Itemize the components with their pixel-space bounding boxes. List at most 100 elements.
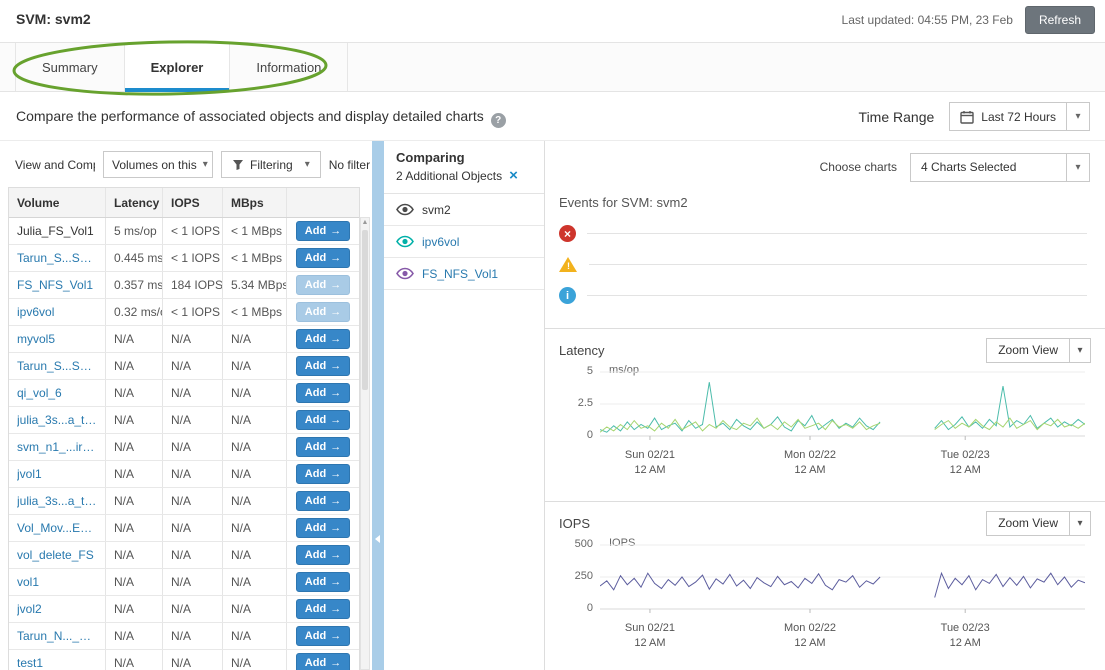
- info-icon[interactable]: i: [559, 287, 576, 304]
- filtering-button[interactable]: Filtering ▾: [221, 151, 321, 178]
- add-button[interactable]: Add→: [296, 545, 350, 565]
- volume-link[interactable]: Julia_FS_Vol1: [17, 224, 94, 238]
- chevron-down-icon[interactable]: ▾: [1066, 154, 1089, 181]
- help-icon[interactable]: ?: [491, 113, 506, 128]
- chevron-down-icon[interactable]: ▾: [1069, 339, 1090, 362]
- latency-value: N/A: [106, 623, 163, 649]
- volume-link[interactable]: Tarun_N..._VolA: [17, 629, 97, 643]
- add-button[interactable]: Add→: [296, 410, 350, 430]
- arrow-right-icon: →: [330, 441, 341, 453]
- column-header-iops[interactable]: IOPS: [171, 196, 200, 210]
- y-axis-label: 5: [545, 365, 593, 377]
- comparing-item-name[interactable]: svm2: [422, 203, 451, 217]
- warning-icon[interactable]: !: [559, 256, 578, 273]
- chevron-down-icon[interactable]: ▾: [1066, 103, 1089, 130]
- add-button[interactable]: Add→: [296, 626, 350, 646]
- volume-link[interactable]: myvol5: [17, 332, 55, 346]
- add-button[interactable]: Add→: [296, 356, 350, 376]
- panel-collapse-handle[interactable]: [372, 141, 384, 670]
- comparing-item-name[interactable]: FS_NFS_Vol1: [422, 267, 498, 281]
- tab-explorer[interactable]: Explorer: [125, 43, 231, 91]
- event-timeline: [587, 233, 1087, 234]
- chart-plot: [600, 541, 1085, 615]
- latency-value: N/A: [106, 542, 163, 568]
- arrow-right-icon: →: [330, 387, 341, 399]
- add-button[interactable]: Add→: [296, 437, 350, 457]
- iops-value: 184 IOPS: [163, 272, 223, 298]
- chevron-down-icon[interactable]: ▾: [1069, 512, 1090, 535]
- latency-value: N/A: [106, 353, 163, 379]
- volume-link[interactable]: jvol1: [17, 467, 42, 481]
- object-type-select[interactable]: Volumes on this ▾: [103, 151, 213, 178]
- volume-link[interactable]: Vol_Mov...ELETE: [17, 521, 97, 535]
- chart-latency: Latency Zoom View▾ 52.50ms/opSun 02/2112 A…: [545, 328, 1105, 501]
- add-button[interactable]: Add→: [296, 491, 350, 511]
- volume-link[interactable]: julia_3s...a_test1: [17, 494, 97, 508]
- add-button-label: Add: [305, 522, 326, 534]
- table-row: test1N/AN/AN/AAdd→: [9, 650, 359, 670]
- volume-link[interactable]: qi_vol_6: [17, 386, 62, 400]
- arrow-right-icon: →: [330, 495, 341, 507]
- add-button[interactable]: Add→: [296, 383, 350, 403]
- arrow-right-icon: →: [330, 657, 341, 669]
- scrollbar-thumb[interactable]: [362, 230, 368, 390]
- add-button[interactable]: Add→: [296, 599, 350, 619]
- comparing-title: Comparing: [396, 150, 532, 165]
- column-header-volume[interactable]: Volume: [17, 196, 59, 210]
- eye-icon[interactable]: [396, 203, 414, 216]
- error-icon[interactable]: ×: [559, 225, 576, 242]
- comparing-panel: Comparing 2 Additional Objects × svm2ipv…: [384, 141, 545, 670]
- x-axis-label: Tue 02/2312 AM: [941, 448, 990, 478]
- add-button[interactable]: Add→: [296, 518, 350, 538]
- iops-value: N/A: [163, 407, 223, 433]
- volume-link[interactable]: vol1: [17, 575, 39, 589]
- comparing-item-name[interactable]: ipv6vol: [422, 235, 459, 249]
- volume-link[interactable]: ipv6vol: [17, 305, 54, 319]
- mbps-value: N/A: [223, 623, 287, 649]
- add-button[interactable]: Add→: [296, 653, 350, 670]
- volume-link[interactable]: julia_3s...a_test3: [17, 413, 97, 427]
- chart-plot: [600, 368, 1085, 442]
- eye-icon[interactable]: [396, 267, 414, 280]
- charts-selected-dropdown[interactable]: 4 Charts Selected ▾: [910, 153, 1090, 182]
- add-button[interactable]: Add→: [296, 329, 350, 349]
- chart-plot-area: 52.50ms/opSun 02/2112 AMMon 02/2212 AMTu…: [545, 368, 1105, 480]
- app-window: SVM: svm2 Last updated: 04:55 PM, 23 Feb…: [0, 0, 1105, 670]
- iops-value: N/A: [163, 623, 223, 649]
- zoom-view-button[interactable]: Zoom View▾: [986, 338, 1091, 363]
- object-type-value: Volumes on this: [112, 158, 197, 172]
- add-button[interactable]: Add→: [296, 572, 350, 592]
- add-button[interactable]: Add→: [296, 464, 350, 484]
- arrow-right-icon: →: [330, 603, 341, 615]
- chart-chooser: Choose charts 4 Charts Selected ▾: [545, 141, 1105, 185]
- tab-summary[interactable]: Summary: [15, 43, 125, 91]
- clear-comparing-icon[interactable]: ×: [509, 170, 518, 182]
- tab-information[interactable]: Information: [230, 43, 348, 91]
- volume-link[interactable]: svm_n1_...irror: [17, 440, 97, 454]
- chart-title: Latency: [559, 343, 605, 358]
- volume-link[interactable]: vol_delete_FS: [17, 548, 94, 562]
- add-button[interactable]: Add→: [296, 248, 350, 268]
- table-row: Vol_Mov...ELETEN/AN/AN/AAdd→: [9, 515, 359, 542]
- volume-link[interactable]: Tarun_S...S_Vol1: [17, 251, 97, 265]
- volume-link[interactable]: jvol2: [17, 602, 42, 616]
- eye-icon[interactable]: [396, 235, 414, 248]
- column-header-latency[interactable]: Latency: [114, 196, 159, 210]
- zoom-view-button[interactable]: Zoom View▾: [986, 511, 1091, 536]
- iops-value: < 1 IOPS: [163, 299, 223, 325]
- time-range-label: Time Range: [859, 109, 935, 125]
- volume-link[interactable]: Tarun_S...S_Vol2: [17, 359, 97, 373]
- iops-value: N/A: [163, 569, 223, 595]
- table-scrollbar[interactable]: ▲: [360, 217, 370, 670]
- scroll-up-icon[interactable]: ▲: [361, 219, 369, 226]
- volume-link[interactable]: test1: [17, 656, 43, 670]
- volume-link[interactable]: FS_NFS_Vol1: [17, 278, 93, 292]
- events-section: Events for SVM: svm2 ×!i: [545, 185, 1105, 328]
- refresh-button[interactable]: Refresh: [1025, 6, 1095, 34]
- mbps-value: < 1 MBps: [223, 299, 287, 325]
- add-button[interactable]: Add→: [296, 221, 350, 241]
- column-header-mbps[interactable]: MBps: [231, 196, 264, 210]
- y-axis-label: 250: [545, 570, 593, 582]
- latency-value: 5 ms/op: [106, 218, 163, 244]
- time-range-dropdown[interactable]: Last 72 Hours ▾: [949, 102, 1090, 131]
